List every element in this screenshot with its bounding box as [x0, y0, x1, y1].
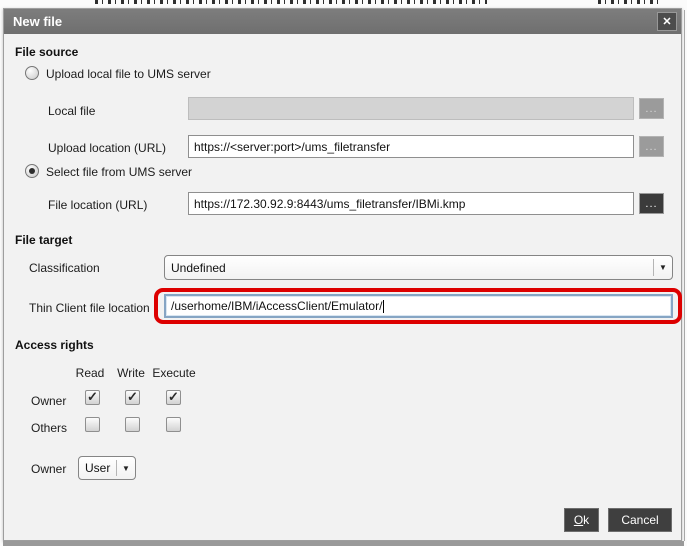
upload-local-radio-label[interactable]: Upload local file to UMS server — [46, 67, 211, 81]
owner-dropdown[interactable]: User ▼ — [78, 456, 136, 480]
file-location-value: https://172.30.92.9:8443/ums_filetransfe… — [194, 196, 466, 211]
thin-client-location-value: /userhome/IBM/iAccessClient/Emulator/ — [171, 299, 383, 313]
checkbox-others-execute[interactable] — [166, 417, 181, 432]
checkbox-owner-write[interactable] — [125, 390, 140, 405]
background-window-border — [684, 10, 685, 541]
thin-client-location-input[interactable]: /userhome/IBM/iAccessClient/Emulator/ — [164, 294, 673, 318]
close-icon: ✕ — [662, 16, 672, 28]
file-location-browse-button[interactable]: ... — [639, 193, 664, 214]
owner-row-label: Owner — [31, 394, 67, 408]
background-clipped-text — [598, 0, 660, 4]
owner-value: User — [85, 461, 111, 475]
column-header-write: Write — [117, 366, 145, 380]
select-from-ums-radio[interactable] — [25, 164, 39, 178]
file-location-input[interactable]: https://172.30.92.9:8443/ums_filetransfe… — [188, 192, 634, 215]
cancel-button-label: Cancel — [621, 513, 659, 527]
column-header-execute: Execute — [152, 366, 196, 380]
upload-local-radio[interactable] — [25, 66, 39, 80]
upload-location-label: Upload location (URL) — [48, 141, 167, 155]
dialog-title: New file — [13, 14, 63, 29]
cancel-button[interactable]: Cancel — [608, 508, 672, 532]
close-button[interactable]: ✕ — [657, 12, 677, 31]
file-target-heading: File target — [15, 233, 73, 247]
checkbox-owner-read[interactable] — [85, 390, 100, 405]
upload-location-input[interactable]: https://<server:port>/ums_filetransfer — [188, 135, 634, 158]
thin-client-location-label: Thin Client file location — [29, 301, 150, 315]
select-from-ums-radio-label[interactable]: Select file from UMS server — [46, 165, 192, 179]
column-header-read: Read — [75, 366, 105, 380]
local-file-browse-button: ... — [639, 98, 664, 119]
ok-button[interactable]: Ok — [564, 508, 599, 532]
file-location-label: File location (URL) — [48, 198, 148, 212]
classification-label: Classification — [29, 261, 100, 275]
checkbox-others-read[interactable] — [85, 417, 100, 432]
dialog-titlebar[interactable]: New file ✕ — [4, 9, 681, 34]
background-clipped-text — [95, 0, 487, 4]
background-window-edge — [3, 541, 684, 546]
classification-value: Undefined — [171, 260, 226, 275]
owner-select-label: Owner — [31, 462, 67, 476]
others-row-label: Others — [31, 421, 68, 435]
upload-location-browse-button: ... — [639, 136, 664, 157]
screen: New file ✕ File source Upload local file… — [0, 0, 687, 546]
chevron-down-icon: ▼ — [659, 263, 667, 272]
access-rights-heading: Access rights — [15, 338, 94, 352]
checkbox-owner-execute[interactable] — [166, 390, 181, 405]
chevron-down-icon: ▼ — [122, 463, 130, 473]
classification-dropdown[interactable]: Undefined ▼ — [164, 255, 673, 280]
local-file-label: Local file — [48, 104, 96, 118]
local-file-input — [188, 97, 634, 120]
checkbox-others-write[interactable] — [125, 417, 140, 432]
new-file-dialog: New file ✕ File source Upload local file… — [3, 8, 682, 541]
upload-location-value: https://<server:port>/ums_filetransfer — [194, 139, 391, 154]
ok-button-label: Ok — [573, 513, 590, 527]
text-caret — [383, 299, 385, 313]
file-source-heading: File source — [15, 45, 79, 59]
